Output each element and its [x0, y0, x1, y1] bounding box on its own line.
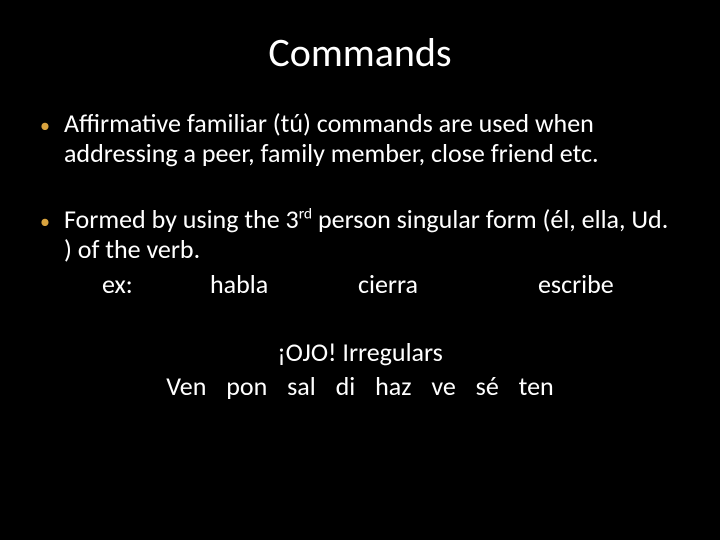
bullet2-superscript: rd [299, 204, 312, 223]
example-item-3: escribe [538, 269, 614, 300]
example-item-1: habla [210, 269, 358, 300]
irregulars-list: Ven pon sal di haz ve sé ten [40, 370, 680, 404]
examples-row: ex: habla cierra escribe [40, 269, 680, 300]
slide-title: Commands [40, 28, 680, 77]
example-item-2: cierra [358, 269, 538, 300]
example-label: ex: [102, 269, 210, 300]
bullet2-pre: Formed by using the 3 [64, 203, 299, 235]
bullet-text-1: Affirmative familiar (tú) commands are u… [64, 109, 680, 169]
bullet-text-2: Formed by using the 3rd person singular … [64, 205, 680, 265]
bullet-item-2: • Formed by using the 3rd person singula… [40, 205, 680, 265]
bullet-item-1: • Affirmative familiar (tú) commands are… [40, 109, 680, 169]
bullet-dot-icon: • [40, 211, 50, 234]
ojo-block: ¡OJO! Irregulars Ven pon sal di haz ve s… [40, 336, 680, 404]
slide: Commands • Affirmative familiar (tú) com… [0, 0, 720, 540]
bullet-dot-icon: • [40, 115, 50, 138]
ojo-heading: ¡OJO! Irregulars [40, 336, 680, 370]
